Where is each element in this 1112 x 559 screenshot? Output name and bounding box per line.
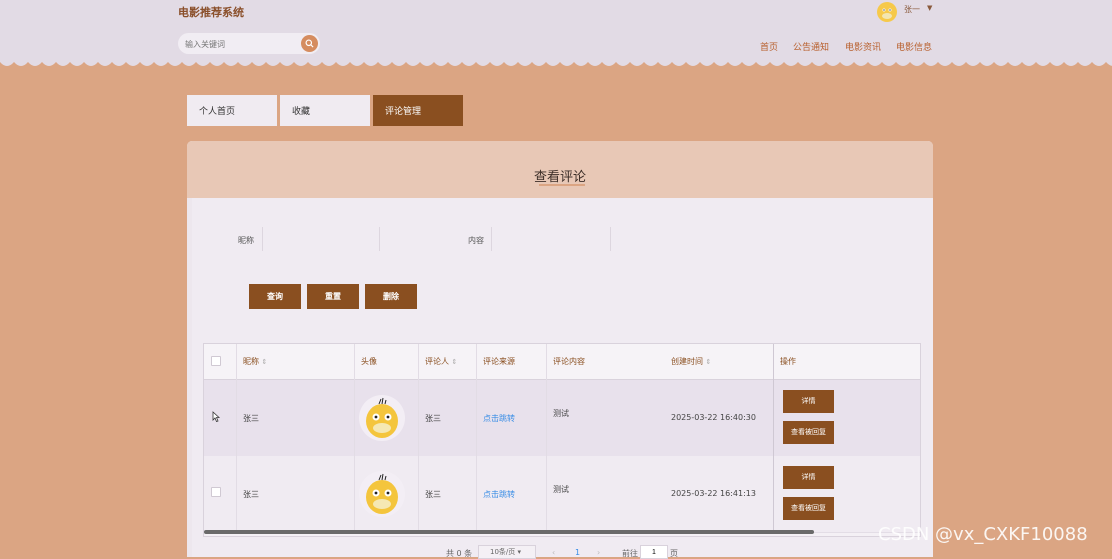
site-title: 电影推荐系统 [178,6,244,19]
row-created: 2025-03-22 16:41:13 [671,489,756,498]
sort-icon[interactable]: ⇕ [706,358,712,366]
column-divider [476,344,477,534]
row-content: 测试 [553,485,569,494]
search-input[interactable] [183,36,299,53]
sort-icon[interactable]: ⇕ [262,358,268,366]
column-divider [546,344,547,534]
row-content: 测试 [553,409,569,418]
goto-label: 前往 [622,549,638,558]
chevron-down-icon: ▾ [517,548,522,556]
search-button[interactable] [301,35,318,52]
column-divider [354,344,355,534]
detail-button[interactable]: 详情 [783,466,834,489]
column-header-nickname-label: 昵称 [243,357,259,366]
horizontal-scrollbar[interactable] [204,530,814,534]
row-created: 2025-03-22 16:40:30 [671,413,756,422]
row-commenter: 张三 [425,414,441,423]
row-source-link[interactable]: 点击跳转 [483,489,515,500]
column-header-created[interactable]: 创建时间 ⇕ [671,356,711,367]
nav-item-notices[interactable]: 公告通知 [793,40,829,53]
row-checkbox[interactable] [211,487,221,497]
column-header-commenter[interactable]: 评论人 ⇕ [425,356,457,367]
header-wave-divider [0,58,1112,66]
row-avatar [359,395,405,441]
column-header-nickname[interactable]: 昵称 ⇕ [243,356,267,367]
reset-button[interactable]: 重置 [307,284,359,309]
search-icon [305,39,314,48]
column-header-commenter-label: 评论人 [425,357,449,366]
duck-avatar-icon [366,397,398,438]
title-underline [539,184,585,186]
row-nickname: 张三 [243,490,259,499]
row-avatar [359,471,405,517]
panel-header: 查看评论 [187,141,933,198]
current-page-number[interactable]: 1 [575,548,580,557]
content-input[interactable] [491,227,611,251]
select-all-checkbox[interactable] [211,356,221,366]
tab-favorites[interactable]: 收藏 [280,95,370,126]
tab-comment-management[interactable]: 评论管理 [373,95,463,126]
search-box [178,33,320,54]
table-header-row: 昵称 ⇕ 头像 评论人 ⇕ 评论来源 评论内容 创建时间 ⇕ 操作 [204,344,920,380]
table-row: 张三 张三 点击跳转 测试 2025-03-22 16:40:30 详情 查看被… [204,380,920,457]
query-button[interactable]: 查询 [249,284,301,309]
page-size-value: 10条/页 [490,548,516,556]
row-source-link[interactable]: 点击跳转 [483,413,515,424]
comments-table: 昵称 ⇕ 头像 评论人 ⇕ 评论来源 评论内容 创建时间 ⇕ 操作 张三 张三 … [203,343,921,537]
column-header-avatar: 头像 [361,357,377,366]
view-replies-button[interactable]: 查看被回复 [783,421,834,444]
sort-icon[interactable]: ⇕ [452,358,458,366]
view-replies-button[interactable]: 查看被回复 [783,497,834,520]
tab-personal-home[interactable]: 个人首页 [187,95,277,126]
top-header: 电影推荐系统 张一 ▼ 首页 公告通知 电影资讯 电影信息 [0,0,1112,62]
column-divider [236,344,237,534]
prev-page-button[interactable]: ‹ [552,548,555,557]
detail-button[interactable]: 详情 [783,390,834,413]
nav-item-movies[interactable]: 电影信息 [896,40,932,53]
column-divider [773,344,774,534]
pagination-total: 共 0 条 [446,549,473,558]
content-label: 内容 [468,236,484,245]
column-header-actions: 操作 [780,357,796,366]
column-header-source: 评论来源 [483,357,515,366]
column-divider [418,344,419,534]
row-commenter: 张三 [425,490,441,499]
next-page-button[interactable]: › [597,548,600,557]
chevron-down-icon[interactable]: ▼ [927,4,932,12]
nickname-input[interactable] [262,227,380,251]
duck-avatar-icon [366,473,398,514]
row-nickname: 张三 [243,414,259,423]
nickname-label: 昵称 [238,236,254,245]
column-header-content: 评论内容 [553,357,585,366]
user-avatar[interactable] [876,0,898,22]
nav-item-home[interactable]: 首页 [760,40,778,53]
nav-item-news[interactable]: 电影资讯 [845,40,881,53]
delete-button[interactable]: 删除 [365,284,417,309]
page-suffix: 页 [670,549,678,558]
cursor-icon [212,411,221,422]
watermark-text: CSDN @vx_CXKF10088 [878,524,1088,545]
column-header-created-label: 创建时间 [671,357,703,366]
table-row: 张三 张三 点击跳转 测试 2025-03-22 16:41:13 详情 查看被… [204,456,920,533]
panel-title: 查看评论 [533,170,586,185]
user-name[interactable]: 张一 [904,4,920,15]
